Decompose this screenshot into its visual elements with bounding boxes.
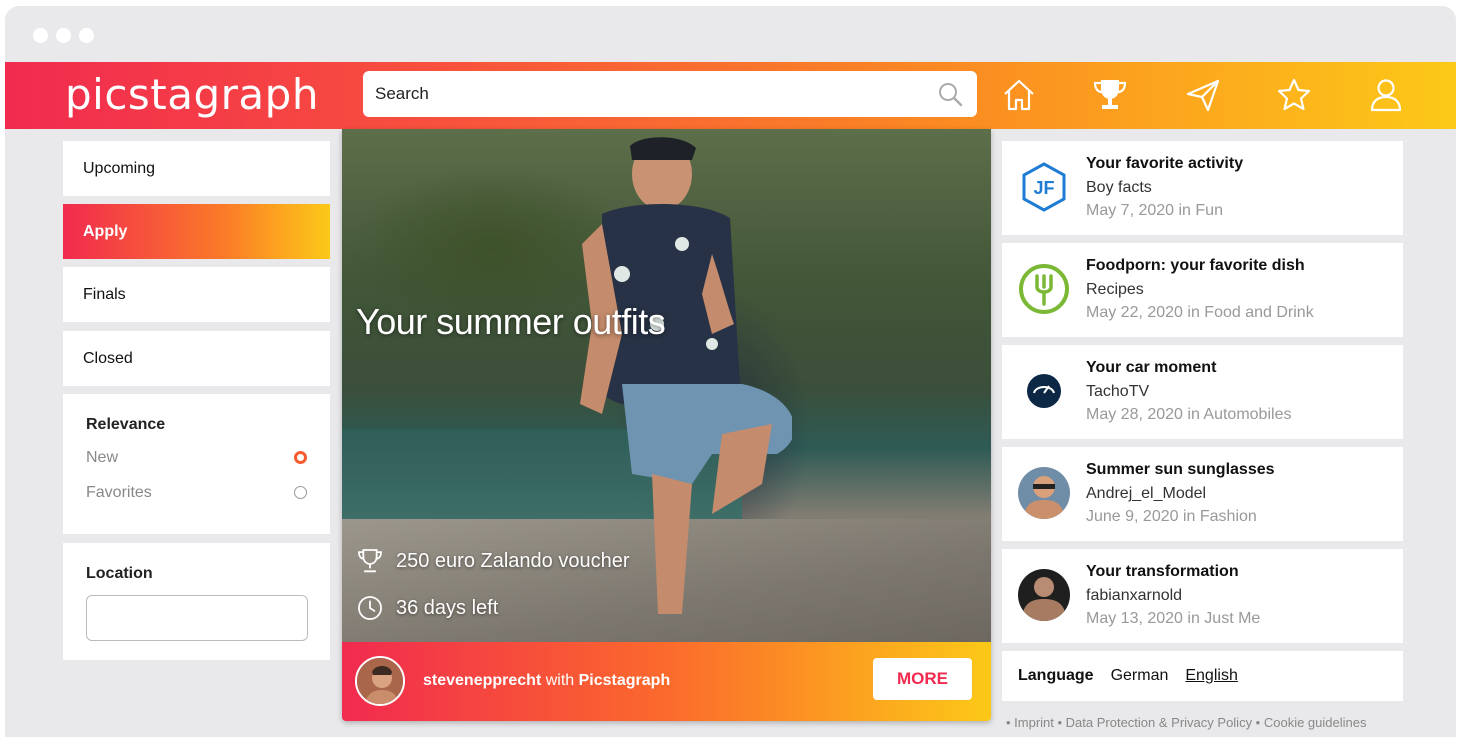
relevance-option-label: Favorites xyxy=(86,483,152,501)
footer-links[interactable]: • Imprint • Data Protection & Privacy Po… xyxy=(1006,715,1366,730)
challenge-title: Foodporn: your favorite dish xyxy=(1086,257,1305,274)
language-label: Language xyxy=(1018,667,1094,684)
challenge-date: May 7, 2020 in Fun xyxy=(1086,202,1223,219)
relevance-title: Relevance xyxy=(86,416,166,433)
fork-icon xyxy=(1019,264,1069,314)
challenge-owner: Recipes xyxy=(1086,281,1144,298)
challenge-author-bar: stevenepprecht with Picstagraph MORE xyxy=(342,642,991,721)
time-left-text: 36 days left xyxy=(396,596,499,619)
relevance-panel: Relevance New Favorites xyxy=(63,394,330,534)
user-icon[interactable] xyxy=(1367,76,1405,114)
with-text: with xyxy=(545,672,575,689)
challenge-owner: Andrej_el_Model xyxy=(1086,485,1207,502)
challenge-list-item[interactable]: Your transformation fabianxarnold May 13… xyxy=(1002,549,1403,643)
more-button[interactable]: MORE xyxy=(873,658,972,700)
send-icon[interactable] xyxy=(1184,76,1222,114)
challenge-date: May 22, 2020 in Food and Drink xyxy=(1086,304,1314,321)
featured-challenge-card[interactable]: Your summer outfits 250 euro Zalando vou… xyxy=(342,129,991,721)
challenge-list-item[interactable]: Foodporn: your favorite dish Recipes May… xyxy=(1002,243,1403,337)
challenge-title: Your favorite activity xyxy=(1086,155,1244,172)
tab-closed-label: Closed xyxy=(83,350,133,367)
trophy-icon[interactable] xyxy=(1091,76,1129,114)
prize-text: 250 euro Zalando voucher xyxy=(396,549,630,572)
search-icon[interactable] xyxy=(937,81,963,107)
window-controls xyxy=(33,28,94,43)
tab-apply[interactable]: Apply xyxy=(63,204,330,259)
avatar-photo xyxy=(357,658,403,704)
browser-window: picstagraph Upcom xyxy=(5,6,1456,737)
jf-badge-icon: JF xyxy=(1022,162,1066,212)
relevance-option-label: New xyxy=(86,448,119,466)
author-line: stevenepprecht with Picstagraph xyxy=(423,672,670,690)
search-input[interactable] xyxy=(375,71,915,117)
time-left-row: 36 days left xyxy=(356,594,498,622)
search-box xyxy=(363,71,977,117)
tab-finals[interactable]: Finals xyxy=(63,267,330,322)
window-dot[interactable] xyxy=(56,28,71,43)
prize-row: 250 euro Zalando voucher xyxy=(356,547,630,575)
relevance-option-new[interactable]: New xyxy=(86,440,307,475)
avatar-icon xyxy=(1018,467,1070,519)
window-dot[interactable] xyxy=(33,28,48,43)
home-icon[interactable] xyxy=(1000,76,1038,114)
star-icon[interactable] xyxy=(1275,76,1313,114)
challenge-title: Summer sun sunglasses xyxy=(1086,461,1275,478)
radio-selected[interactable] xyxy=(294,451,307,464)
relevance-option-favorites[interactable]: Favorites xyxy=(86,475,307,510)
tab-finals-label: Finals xyxy=(83,286,126,303)
challenge-list-item[interactable]: Summer sun sunglasses Andrej_el_Model Ju… xyxy=(1002,447,1403,541)
avatar-icon xyxy=(1018,569,1070,621)
challenge-owner: TachoTV xyxy=(1086,383,1150,400)
challenge-title: Your transformation xyxy=(1086,563,1239,580)
challenge-title: Your car moment xyxy=(1086,359,1217,376)
challenge-date: May 28, 2020 in Automobiles xyxy=(1086,406,1292,423)
language-option-german[interactable]: German xyxy=(1111,667,1169,685)
challenge-list-item[interactable]: JF Your favorite activity Boy facts May … xyxy=(1002,141,1403,235)
svg-text:JF: JF xyxy=(1033,178,1054,198)
language-switcher: Language German English xyxy=(1002,651,1403,701)
challenge-owner: Boy facts xyxy=(1086,179,1152,196)
language-option-english[interactable]: English xyxy=(1185,667,1237,685)
author-name[interactable]: stevenepprecht xyxy=(423,672,541,689)
radio-unselected[interactable] xyxy=(294,486,307,499)
author-avatar[interactable] xyxy=(355,656,405,706)
tab-upcoming[interactable]: Upcoming xyxy=(63,141,330,196)
challenge-list-item[interactable]: Your car moment TachoTV May 28, 2020 in … xyxy=(1002,345,1403,439)
location-panel: Location xyxy=(63,543,330,660)
top-navigation-bar: picstagraph xyxy=(5,62,1456,129)
clock-icon xyxy=(358,596,382,620)
tab-upcoming-label: Upcoming xyxy=(83,160,156,177)
partner-name[interactable]: Picstagraph xyxy=(579,672,671,689)
challenge-date: May 13, 2020 in Just Me xyxy=(1086,610,1261,627)
location-title: Location xyxy=(86,565,153,582)
challenge-title: Your summer outfits xyxy=(356,301,666,342)
challenge-owner: fabianxarnold xyxy=(1086,587,1183,604)
tab-apply-label: Apply xyxy=(63,204,330,259)
location-input[interactable] xyxy=(86,595,308,641)
app-logo[interactable]: picstagraph xyxy=(65,70,319,119)
window-dot[interactable] xyxy=(79,28,94,43)
tab-closed[interactable]: Closed xyxy=(63,331,330,386)
tacho-logo-icon xyxy=(1027,374,1061,408)
challenge-date: June 9, 2020 in Fashion xyxy=(1086,508,1257,525)
trophy-icon xyxy=(358,549,382,573)
